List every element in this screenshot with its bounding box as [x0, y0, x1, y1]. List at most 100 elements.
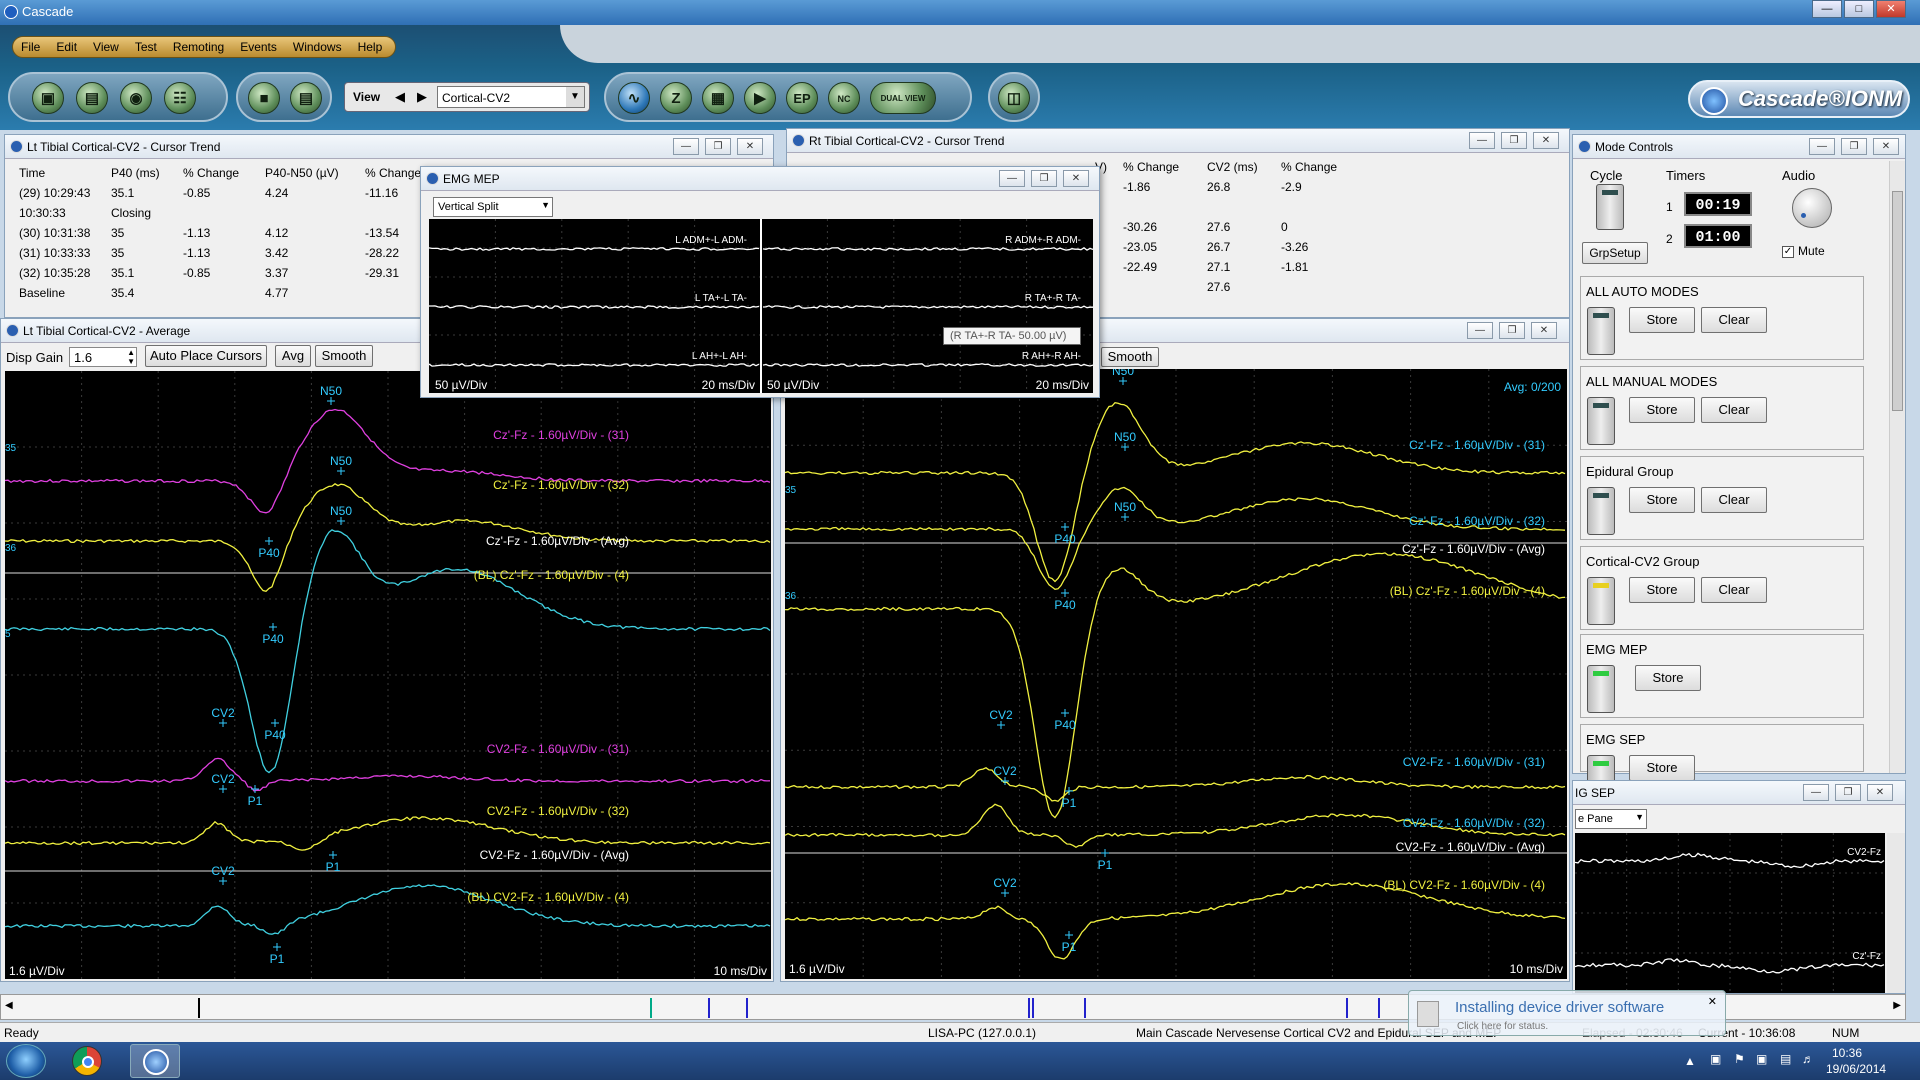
- clock-time[interactable]: 10:36: [1832, 1046, 1862, 1060]
- avg-button[interactable]: Avg: [275, 345, 311, 367]
- minimize-button[interactable]: —: [1812, 0, 1842, 18]
- nc-icon[interactable]: NC: [828, 82, 860, 114]
- store-button[interactable]: Store: [1629, 307, 1695, 333]
- win-close-button[interactable]: ✕: [1867, 784, 1893, 801]
- scrollbar[interactable]: [1889, 161, 1905, 773]
- peak-label: CV2: [993, 876, 1017, 890]
- tray-arrow-icon[interactable]: ▲: [1684, 1054, 1696, 1068]
- volume-icon[interactable]: ♬: [1802, 1052, 1814, 1066]
- lock-icon[interactable]: ■: [248, 82, 280, 114]
- waveform-icon[interactable]: ∿: [618, 82, 650, 114]
- win-close-button[interactable]: ✕: [1531, 322, 1557, 339]
- win-restore-button[interactable]: ❐: [1499, 322, 1525, 339]
- close-button[interactable]: ✕: [1876, 0, 1906, 18]
- smooth-button[interactable]: Smooth: [315, 345, 373, 367]
- group-indicator[interactable]: [1587, 665, 1615, 713]
- clear-button[interactable]: Clear: [1701, 397, 1767, 423]
- table-cell: -29.31: [365, 266, 400, 280]
- group-indicator[interactable]: [1587, 487, 1615, 535]
- win-restore-button[interactable]: ❐: [1031, 170, 1057, 187]
- scrollbar[interactable]: [1887, 833, 1905, 993]
- win-minimize-button[interactable]: —: [999, 170, 1025, 187]
- store-button[interactable]: Store: [1635, 665, 1701, 691]
- menu-remoting[interactable]: Remoting: [165, 37, 232, 54]
- win-minimize-button[interactable]: —: [1803, 784, 1829, 801]
- table-cell: 26.8: [1207, 180, 1231, 194]
- grid-icon[interactable]: ▦: [702, 82, 734, 114]
- close-icon[interactable]: ✕: [1708, 995, 1717, 1008]
- clear-button[interactable]: Clear: [1701, 577, 1767, 603]
- group-indicator[interactable]: [1587, 577, 1615, 625]
- split-dropdown[interactable]: Vertical Split ▼: [433, 197, 553, 217]
- flag-icon[interactable]: ⚑: [1734, 1052, 1745, 1066]
- menu-test[interactable]: Test: [127, 37, 165, 54]
- menu-windows[interactable]: Windows: [285, 37, 350, 54]
- menu-file[interactable]: File: [13, 37, 48, 54]
- cascade-taskbar-button[interactable]: [130, 1044, 180, 1078]
- disp-gain-input[interactable]: 1.6 ▲ ▼: [69, 347, 137, 367]
- dual-view-button[interactable]: DUAL VIEW: [870, 82, 936, 114]
- start-button[interactable]: [6, 1044, 46, 1078]
- win-minimize-button[interactable]: —: [1809, 138, 1835, 155]
- tray-device-icon[interactable]: ▣: [1710, 1052, 1721, 1066]
- win-minimize-button[interactable]: —: [1467, 322, 1493, 339]
- col-change2: % Change: [1281, 160, 1338, 174]
- win-restore-button[interactable]: ❐: [1841, 138, 1867, 155]
- windows-icon[interactable]: ▣: [1756, 1052, 1767, 1066]
- chrome-icon[interactable]: [72, 1046, 102, 1076]
- table-cell: -13.54: [365, 226, 400, 240]
- win-minimize-button[interactable]: —: [673, 138, 699, 155]
- ep-button[interactable]: EP: [786, 82, 818, 114]
- win-restore-button[interactable]: ❐: [1501, 132, 1527, 149]
- layout-icon[interactable]: ◫: [998, 82, 1030, 114]
- view-dropdown[interactable]: Cortical-CV2 ▼: [437, 86, 585, 108]
- win-restore-button[interactable]: ❐: [1835, 784, 1861, 801]
- store-button[interactable]: Store: [1629, 755, 1695, 781]
- print-icon[interactable]: ▤: [76, 82, 108, 114]
- win-close-button[interactable]: ✕: [1063, 170, 1089, 187]
- volume-knob[interactable]: [1792, 188, 1832, 228]
- menu-help[interactable]: Help: [350, 37, 391, 54]
- peak-label: P40: [262, 632, 284, 646]
- lock-toolbar: ■ ▤: [236, 72, 332, 122]
- network-icon[interactable]: ◉: [120, 82, 152, 114]
- prev-view-icon[interactable]: ◀: [395, 89, 405, 105]
- win-minimize-button[interactable]: —: [1469, 132, 1495, 149]
- cycle-indicator[interactable]: [1596, 184, 1624, 230]
- mute-checkbox[interactable]: ✓: [1782, 246, 1794, 258]
- clear-button[interactable]: Clear: [1701, 307, 1767, 333]
- zoom-icon[interactable]: Z: [660, 82, 692, 114]
- menu-events[interactable]: Events: [232, 37, 285, 54]
- store-button[interactable]: Store: [1629, 397, 1695, 423]
- clear-button[interactable]: Clear: [1701, 487, 1767, 513]
- window-icon: [1578, 140, 1591, 153]
- pane-dropdown[interactable]: e Pane ▼: [1575, 809, 1647, 829]
- columns-icon[interactable]: ☷: [164, 82, 196, 114]
- next-view-icon[interactable]: ▶: [417, 89, 427, 105]
- menu-edit[interactable]: Edit: [48, 37, 85, 54]
- printer-icon[interactable]: ▤: [290, 82, 322, 114]
- auto-place-cursors-button[interactable]: Auto Place Cursors: [145, 345, 267, 367]
- clock-date[interactable]: 19/06/2014: [1826, 1062, 1886, 1076]
- scroll-thumb[interactable]: [1892, 191, 1903, 411]
- store-button[interactable]: Store: [1629, 487, 1695, 513]
- save-icon[interactable]: ▣: [32, 82, 64, 114]
- menu-view[interactable]: View: [85, 37, 127, 54]
- group-indicator[interactable]: [1587, 307, 1615, 355]
- rt-smooth-button[interactable]: Smooth: [1101, 347, 1159, 367]
- win-close-button[interactable]: ✕: [1533, 132, 1559, 149]
- driver-notification[interactable]: Installing device driver software Click …: [1408, 990, 1726, 1036]
- network-tray-icon[interactable]: ▤: [1780, 1052, 1791, 1066]
- notification-title: Installing device driver software: [1455, 999, 1665, 1016]
- group-indicator[interactable]: [1587, 397, 1615, 445]
- win-restore-button[interactable]: ❐: [705, 138, 731, 155]
- grpsetup-button[interactable]: GrpSetup: [1582, 242, 1648, 264]
- maximize-button[interactable]: □: [1844, 0, 1874, 18]
- play-icon[interactable]: ▶: [744, 82, 776, 114]
- spinner-icon[interactable]: ▲ ▼: [127, 348, 135, 366]
- win-close-button[interactable]: ✕: [737, 138, 763, 155]
- win-close-button[interactable]: ✕: [1873, 138, 1899, 155]
- table-cell: -1.13: [183, 226, 211, 240]
- store-button[interactable]: Store: [1629, 577, 1695, 603]
- mode-group-3: Cortical-CV2 Group Store Clear: [1580, 546, 1864, 630]
